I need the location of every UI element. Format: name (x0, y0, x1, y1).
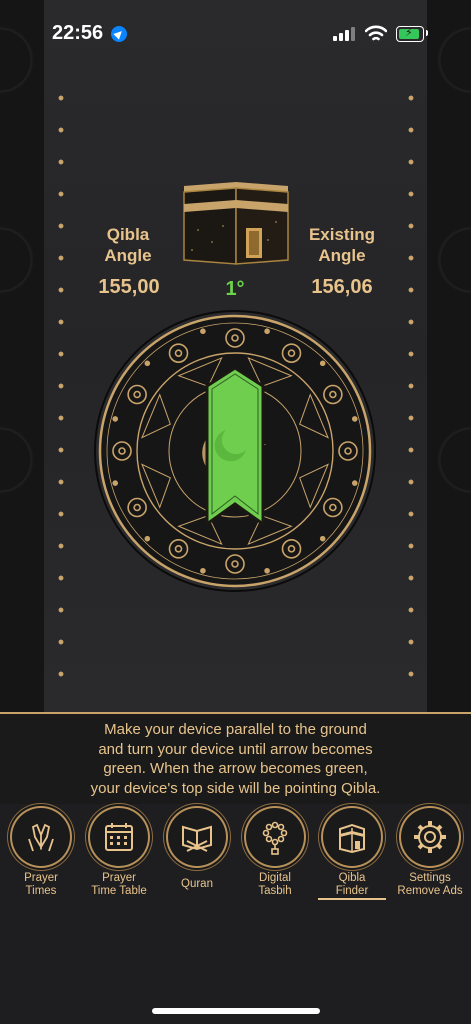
calendar-icon (90, 808, 148, 866)
tab-prayer-times[interactable]: Prayer Times (2, 808, 80, 898)
qibla-compass (94, 310, 376, 592)
tab-digital-tasbih[interactable]: Digital Tasbih (236, 808, 314, 898)
status-bar: 22:56 ⚡ (0, 0, 471, 60)
cellular-signal-icon (333, 27, 355, 41)
wifi-icon (365, 25, 387, 41)
quran-book-icon (168, 808, 226, 866)
existing-angle-label: Existing Angle (308, 225, 376, 265)
home-indicator[interactable] (152, 1008, 320, 1014)
existing-angle-value: 156,06 (311, 276, 373, 298)
qibla-arrow (205, 366, 265, 527)
tab-quran[interactable]: Quran (158, 808, 236, 891)
status-time: 22:56 (52, 22, 104, 44)
qibla-angle-value: 155,00 (98, 276, 160, 298)
active-tab-indicator (318, 898, 386, 900)
location-arrow-icon (111, 26, 127, 42)
tab-qibla-finder[interactable]: Qibla Finder (313, 808, 391, 898)
instruction-text: Make your device parallel to the ground … (90, 721, 381, 797)
tab-settings[interactable]: Settings Remove Ads (391, 808, 469, 898)
praying-hands-icon (12, 808, 70, 866)
battery-charging-icon: ⚡ (396, 26, 428, 42)
gear-icon (401, 808, 459, 866)
angle-difference: 1° (225, 278, 245, 300)
kaaba-icon (323, 808, 381, 866)
dotted-border-right (408, 82, 414, 702)
qibla-angle-label: Qibla Angle (104, 225, 152, 265)
bottom-tab-bar: Prayer Times Prayer Time Table Quran Digit… (0, 804, 471, 1024)
tab-prayer-time-table[interactable]: Prayer Time Table (80, 808, 158, 898)
dotted-border-left (58, 82, 64, 702)
instruction-banner: Make your device parallel to the ground … (0, 712, 471, 806)
tasbih-beads-icon (246, 808, 304, 866)
kaaba-image (183, 182, 289, 265)
